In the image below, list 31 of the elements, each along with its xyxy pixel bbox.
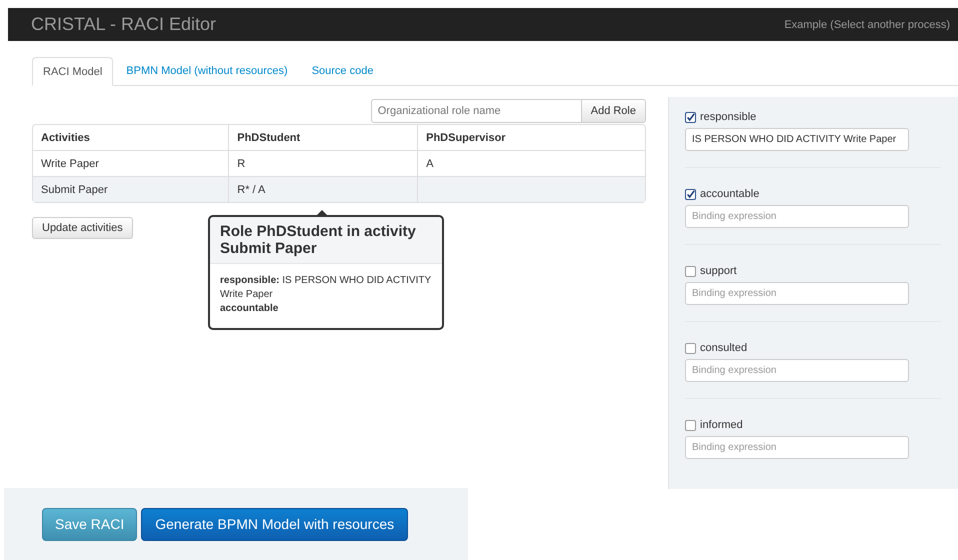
process-link[interactable]: Example (Select another process) — [784, 18, 950, 30]
checkbox-label: consulted — [700, 342, 748, 354]
app-title: CRISTAL - RACI Editor — [31, 14, 216, 35]
column-header: PhDStudent — [228, 125, 418, 150]
table-cell[interactable]: R* / A — [228, 176, 418, 202]
binding-field[interactable]: IS PERSON WHO DID ACTIVITY Write Paper — [685, 128, 909, 151]
generate-button[interactable]: Generate BPMN Model with resources — [141, 508, 408, 540]
checkbox-label: accountable — [700, 188, 760, 200]
checkbox[interactable] — [685, 112, 696, 122]
tab[interactable]: Source code — [300, 57, 384, 85]
binding-field[interactable]: Binding expression — [685, 205, 909, 228]
column-header: Activities — [40, 130, 91, 146]
tab[interactable]: RACI Model — [32, 57, 114, 86]
checkbox[interactable] — [685, 342, 696, 354]
checkbox[interactable] — [685, 420, 696, 430]
checkbox[interactable] — [685, 266, 696, 276]
checkbox-label: support — [700, 265, 737, 277]
binding-field[interactable]: Binding expression — [685, 282, 909, 305]
binding-field[interactable]: Binding expression — [685, 359, 909, 382]
binding-field[interactable]: Binding expression — [685, 436, 909, 459]
popover-text: accountable — [220, 302, 280, 316]
popover-title: Role PhDStudent in activity Submit Paper — [210, 217, 442, 264]
tab[interactable]: BPMN Model (without resources) — [115, 57, 299, 85]
checkbox[interactable] — [685, 188, 696, 200]
update-activities-button[interactable]: Update activities — [32, 217, 133, 239]
table-cell[interactable]: Submit Paper — [33, 176, 228, 202]
add-role-button[interactable]: Add Role — [580, 99, 646, 123]
checkbox-label: responsible — [700, 111, 756, 123]
column-header: PhDSupervisor — [417, 125, 645, 150]
role-name-field[interactable]: Organizational role name — [370, 99, 581, 123]
checkbox-label: informed — [700, 419, 743, 431]
